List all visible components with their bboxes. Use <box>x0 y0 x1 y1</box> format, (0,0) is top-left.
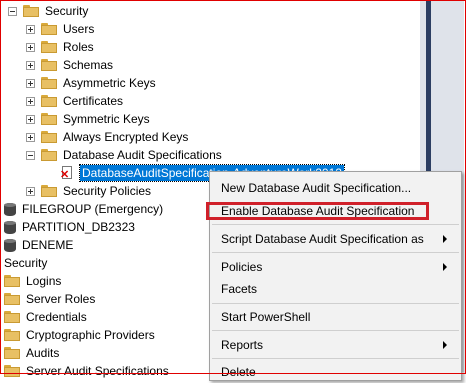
tree-node-label: Credentials <box>26 310 87 324</box>
tree-node-audits[interactable]: Audits <box>4 344 59 362</box>
tree-node-cryptographic-providers[interactable]: Cryptographic Providers <box>4 326 155 344</box>
tree-node-label: Audits <box>26 346 60 360</box>
tree-node-server-roles[interactable]: Server Roles <box>4 290 95 308</box>
tree-node-label: Users <box>63 22 95 36</box>
menu-separator <box>212 303 459 304</box>
tree-node-deneme[interactable]: DENEME <box>4 236 73 254</box>
tree-node-label: Roles <box>63 40 94 54</box>
menu-item-label: Start PowerShell <box>221 310 311 324</box>
tree-node-logins[interactable]: Logins <box>4 272 61 290</box>
tree-node-asymmetric-keys[interactable]: Asymmetric Keys <box>26 74 156 92</box>
expand-icon[interactable] <box>26 114 35 124</box>
folder-icon <box>4 293 20 305</box>
menu-separator <box>212 252 459 253</box>
menu-item-label: Delete <box>221 365 256 379</box>
tree-node-roles[interactable]: Roles <box>26 38 94 56</box>
menu-separator <box>212 330 459 331</box>
tree-node-security[interactable]: Security <box>8 2 88 20</box>
tree-node-label: FILEGROUP (Emergency) <box>22 202 164 216</box>
tree-node-label: Database Audit Specifications <box>63 148 222 162</box>
tree-node-symmetric-keys[interactable]: Symmetric Keys <box>26 110 150 128</box>
tree-node-label: Schemas <box>63 58 114 72</box>
folder-icon <box>4 329 20 341</box>
tree-node-credentials[interactable]: Credentials <box>4 308 87 326</box>
menu-item-label: Facets <box>221 282 258 296</box>
expand-icon[interactable] <box>26 42 35 52</box>
collapse-icon[interactable] <box>26 150 35 160</box>
folder-icon <box>4 365 20 377</box>
menu-item-label: Policies <box>221 260 263 274</box>
folder-icon <box>41 149 57 161</box>
tree-node-label: DENEME <box>22 238 74 252</box>
menu-item-policies[interactable]: Policies <box>210 256 461 278</box>
menu-separator <box>212 224 459 225</box>
tree-node-server-security[interactable]: Security <box>4 254 47 272</box>
folder-icon <box>41 113 57 125</box>
tree-node-users[interactable]: Users <box>26 20 94 38</box>
expand-icon[interactable] <box>26 24 35 34</box>
submenu-arrow-icon <box>443 263 447 271</box>
menu-item-reports[interactable]: Reports <box>210 334 461 356</box>
tree-node-certificates[interactable]: Certificates <box>26 92 123 110</box>
database-icon <box>4 202 16 216</box>
menu-item-facets[interactable]: Facets <box>210 278 461 300</box>
folder-icon <box>41 59 57 71</box>
tree-node-label: Cryptographic Providers <box>26 328 155 342</box>
menu-item-start-powershell[interactable]: Start PowerShell <box>210 306 461 328</box>
menu-item-new-audit-spec[interactable]: New Database Audit Specification... <box>210 177 461 199</box>
folder-icon <box>4 275 20 287</box>
menu-item-label: Reports <box>221 338 264 352</box>
annotation-highlight-box <box>206 202 429 220</box>
menu-item-label: New Database Audit Specification... <box>221 181 412 195</box>
menu-item-label: Script Database Audit Specification as <box>221 232 424 246</box>
tree-node-always-encrypted-keys[interactable]: Always Encrypted Keys <box>26 128 188 146</box>
folder-icon <box>41 23 57 35</box>
tree-node-label: Logins <box>26 274 62 288</box>
tree-node-partition-db2323[interactable]: PARTITION_DB2323 <box>4 218 135 236</box>
expand-icon[interactable] <box>26 132 35 142</box>
tree-node-label: Symmetric Keys <box>63 112 150 126</box>
menu-separator <box>212 358 459 359</box>
menu-item-script-as[interactable]: Script Database Audit Specification as <box>210 228 461 250</box>
folder-icon <box>41 77 57 89</box>
folder-icon <box>41 185 57 197</box>
menu-item-delete[interactable]: Delete <box>210 361 461 383</box>
tree-node-schemas[interactable]: Schemas <box>26 56 113 74</box>
tree-node-filegroup-emergency[interactable]: FILEGROUP (Emergency) <box>4 200 163 218</box>
folder-icon <box>23 5 39 17</box>
tree-node-database-audit-specifications[interactable]: Database Audit Specifications <box>26 146 222 164</box>
folder-icon <box>41 131 57 143</box>
tree-node-label: Server Audit Specifications <box>26 364 169 378</box>
database-icon <box>4 220 16 234</box>
submenu-arrow-icon <box>443 341 447 349</box>
folder-icon <box>41 41 57 53</box>
expand-icon[interactable] <box>26 60 35 70</box>
tree-node-label: Server Roles <box>26 292 96 306</box>
tree-node-label: Security <box>45 4 89 18</box>
tree-node-label: PARTITION_DB2323 <box>22 220 135 234</box>
expand-icon[interactable] <box>26 186 35 196</box>
tree-node-label: Always Encrypted Keys <box>63 130 189 144</box>
folder-icon <box>4 347 20 359</box>
expand-icon[interactable] <box>26 78 35 88</box>
database-icon <box>4 238 16 252</box>
tree-node-security-policies[interactable]: Security Policies <box>26 182 151 200</box>
tree-node-label: Asymmetric Keys <box>63 76 156 90</box>
disabled-audit-spec-icon: ✕ <box>60 166 76 181</box>
submenu-arrow-icon <box>443 235 447 243</box>
tree-node-label: Security <box>4 256 48 270</box>
tree-node-label: Security Policies <box>63 184 152 198</box>
tree-node-label: Certificates <box>63 94 124 108</box>
expand-icon[interactable] <box>26 96 35 106</box>
tree-node-server-audit-specifications[interactable]: Server Audit Specifications <box>4 362 169 380</box>
folder-icon <box>4 311 20 323</box>
folder-icon <box>41 95 57 107</box>
collapse-icon[interactable] <box>8 6 17 16</box>
